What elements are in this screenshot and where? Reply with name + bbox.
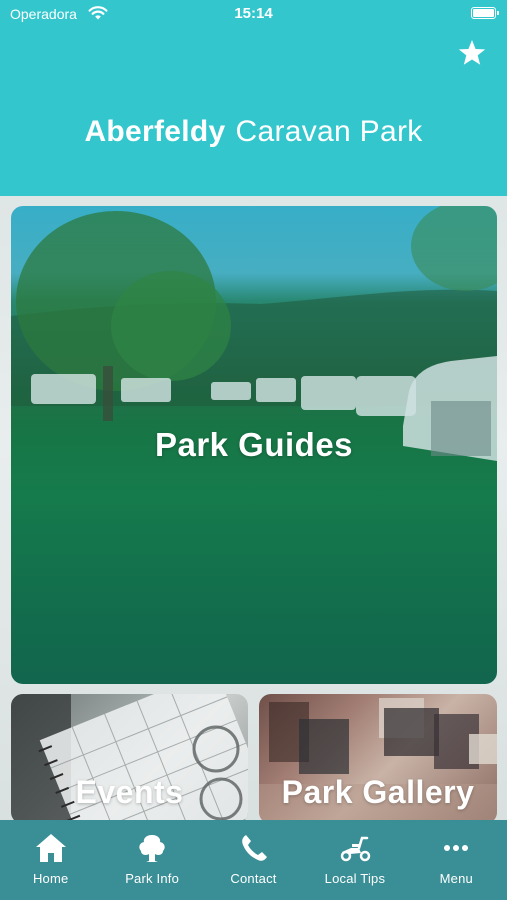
- tab-contact[interactable]: Contact: [203, 820, 304, 900]
- home-icon: [35, 834, 66, 862]
- status-bar: Operadora 15:14: [0, 0, 507, 28]
- tab-contact-label: Contact: [230, 871, 277, 886]
- home-grid: Park Guides Events Park Gallery: [0, 196, 507, 820]
- events-label: Events: [75, 774, 184, 810]
- tab-menu-label: Menu: [439, 871, 473, 886]
- events-tile[interactable]: Events: [11, 694, 248, 820]
- favorite-star-icon[interactable]: [456, 37, 488, 69]
- tab-menu[interactable]: Menu: [406, 820, 507, 900]
- tab-park-info-label: Park Info: [125, 871, 180, 886]
- app-header: Operadora 15:14 Aberfeldy Caravan Park: [0, 0, 507, 196]
- tab-home-label: Home: [32, 871, 69, 886]
- logo-title-light: Caravan Park: [235, 115, 423, 148]
- tab-local-tips-label: Local Tips: [324, 871, 386, 886]
- park-gallery-tile[interactable]: Park Gallery: [259, 694, 497, 820]
- park-gallery-label: Park Gallery: [281, 774, 475, 810]
- more-icon: [444, 845, 469, 851]
- status-time: 15:14: [234, 5, 273, 22]
- park-guides-label: Park Guides: [154, 426, 354, 463]
- logo-title-bold: Aberfeldy: [84, 115, 226, 148]
- tree-icon: [139, 835, 165, 862]
- phone-icon: [241, 835, 267, 861]
- park-guides-tile[interactable]: Park Guides: [11, 206, 497, 684]
- tab-home[interactable]: Home: [0, 820, 101, 900]
- tab-park-info[interactable]: Park Info: [101, 820, 202, 900]
- park-logo: Aberfeldy Caravan Park: [0, 112, 507, 152]
- tab-local-tips[interactable]: Local Tips: [304, 820, 405, 900]
- bottom-tab-bar: Home Park Info Contact Local Tips Menu: [0, 820, 507, 900]
- scooter-icon: [340, 836, 371, 862]
- battery-icon: [471, 7, 499, 19]
